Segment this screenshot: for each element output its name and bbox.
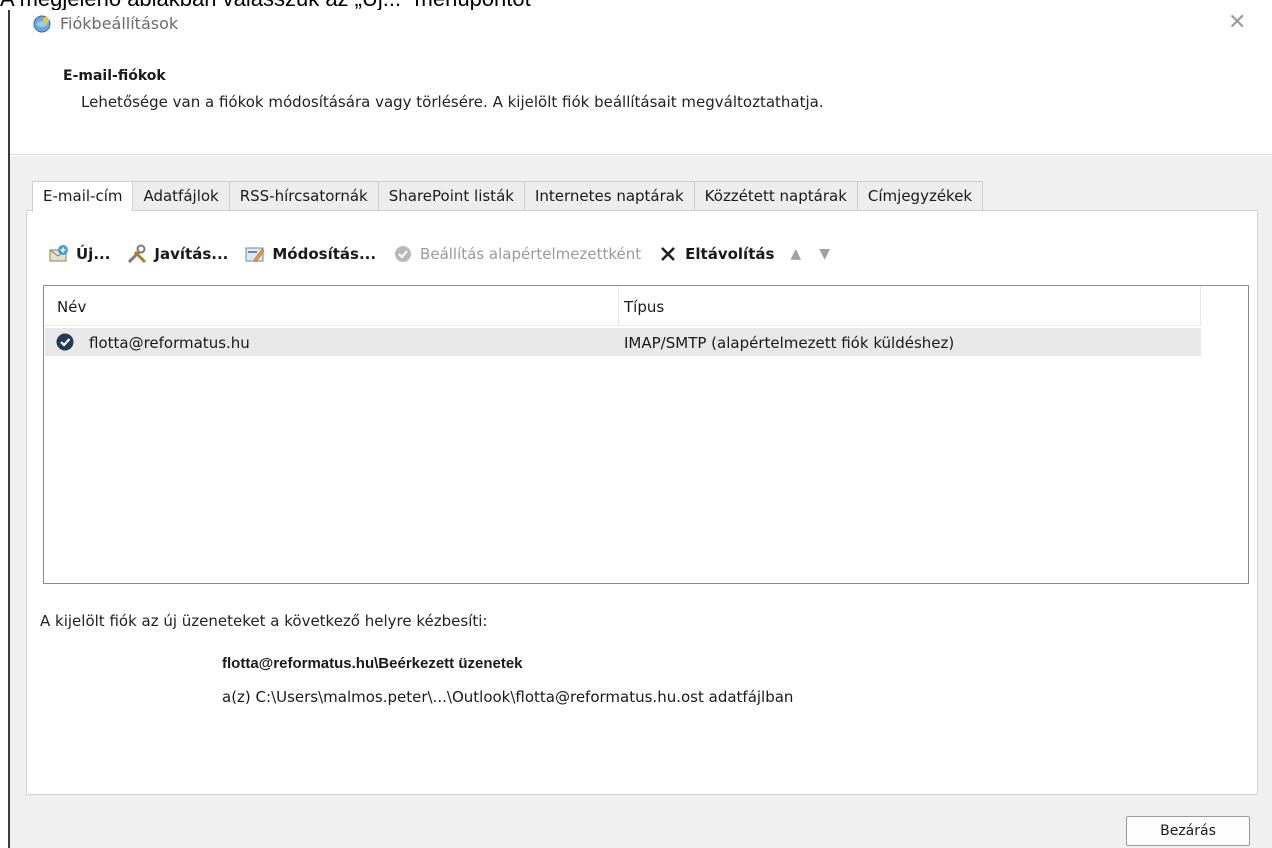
accounts-list[interactable]: Név Típus flotta@reformatus.hu IMAP/SMTP… bbox=[43, 285, 1249, 584]
window-title: Fiókbeállítások bbox=[60, 14, 179, 33]
outlook-account-icon bbox=[33, 15, 51, 33]
header-title: E-mail-fiókok bbox=[63, 68, 166, 84]
tab-address-books[interactable]: Címjegyzékek bbox=[856, 181, 984, 211]
header-area: E-mail-fiókok Lehetősége van a fiókok mó… bbox=[10, 38, 1272, 155]
close-button-label: Bezárás bbox=[1160, 823, 1216, 839]
tab-rss-feeds[interactable]: RSS-hírcsatornák bbox=[228, 181, 378, 211]
tab-strip: E-mail-cím Adatfájlok RSS-hírcsatornák S… bbox=[32, 181, 984, 212]
change-button[interactable]: Módosítás... bbox=[244, 243, 376, 265]
column-header-type[interactable]: Típus bbox=[624, 298, 664, 316]
column-separator bbox=[1200, 286, 1201, 326]
new-button-label: Új... bbox=[76, 245, 111, 263]
account-type: IMAP/SMTP (alapértelmezett fiók küldéshe… bbox=[624, 334, 955, 352]
set-default-button-label: Beállítás alapértelmezettként bbox=[420, 245, 642, 263]
column-separator bbox=[618, 286, 619, 326]
remove-button-label: Eltávolítás bbox=[685, 245, 775, 263]
column-header-name[interactable]: Név bbox=[57, 298, 86, 316]
repair-button-label: Javítás... bbox=[154, 245, 229, 263]
delivery-datafile: a(z) C:\Users\malmos.peter\...\Outlook\f… bbox=[222, 688, 794, 706]
arrow-up-icon[interactable]: ▲ bbox=[790, 246, 801, 262]
delivery-folder: flotta@reformatus.hu\Beérkezett üzenetek bbox=[222, 655, 523, 672]
tab-data-files[interactable]: Adatfájlok bbox=[132, 181, 229, 211]
tab-email[interactable]: E-mail-cím bbox=[32, 181, 133, 212]
default-account-check-icon bbox=[56, 333, 74, 351]
remove-button[interactable]: Eltávolítás bbox=[657, 243, 774, 265]
tab-internet-calendars[interactable]: Internetes naptárak bbox=[523, 181, 694, 211]
set-default-button[interactable]: Beállítás alapértelmezettként bbox=[392, 243, 641, 265]
repair-button[interactable]: Javítás... bbox=[126, 243, 228, 265]
close-icon[interactable]: ✕ bbox=[1228, 12, 1246, 34]
new-account-icon bbox=[49, 245, 68, 262]
account-name: flotta@reformatus.hu bbox=[89, 334, 250, 352]
table-row[interactable]: flotta@reformatus.hu IMAP/SMTP (alapérte… bbox=[45, 328, 1201, 356]
header-description: Lehetősége van a fiókok módosítására vag… bbox=[81, 93, 824, 111]
delivery-label: A kijelölt fiók az új üzeneteket a követ… bbox=[40, 612, 488, 630]
change-button-label: Módosítás... bbox=[272, 245, 377, 263]
check-circle-icon bbox=[395, 246, 412, 262]
arrow-down-icon[interactable]: ▼ bbox=[819, 246, 830, 262]
tab-sharepoint-lists[interactable]: SharePoint listák bbox=[377, 181, 524, 211]
remove-x-icon bbox=[661, 247, 676, 261]
change-settings-icon bbox=[245, 247, 265, 263]
toolbar: Új... Javítás... Módosítás... Beállítás … bbox=[48, 240, 848, 268]
title-bar: Fiókbeállítások ✕ bbox=[10, 10, 1272, 38]
tab-published-calendars[interactable]: Közzétett naptárak bbox=[693, 181, 857, 211]
list-header: Név Típus bbox=[44, 286, 1201, 326]
repair-tools-icon bbox=[128, 244, 147, 264]
new-button[interactable]: Új... bbox=[48, 243, 110, 265]
close-button[interactable]: Bezárás bbox=[1126, 816, 1250, 846]
